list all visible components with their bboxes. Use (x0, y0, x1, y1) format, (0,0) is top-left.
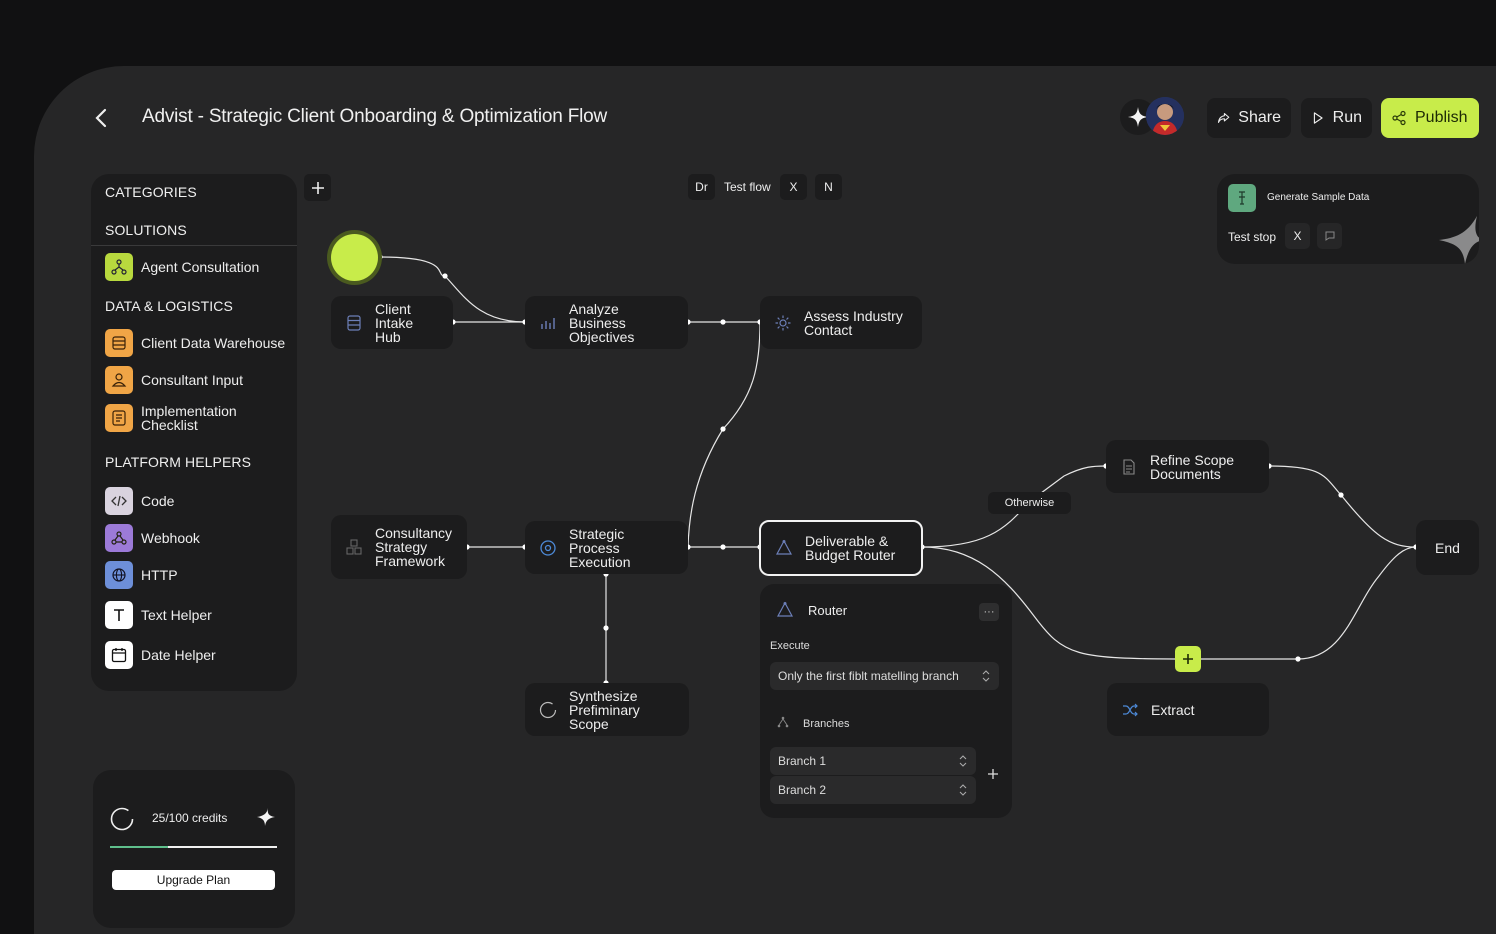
bar-chart-icon (539, 314, 557, 332)
node-label: End (1435, 539, 1460, 556)
node-label: Strategic Process Execution (569, 525, 631, 570)
add-branch-icon[interactable] (987, 768, 999, 780)
node-label: Assess Industry Contact (804, 307, 903, 338)
dr-button[interactable]: Dr (688, 174, 715, 200)
branch-1-label: Branch 1 (778, 754, 827, 768)
connector (687, 321, 761, 548)
sparkle-watermark-icon (1439, 216, 1479, 264)
branch-1-select[interactable]: Branch 1 (770, 747, 976, 775)
generate-sample-data-label[interactable]: Generate Sample Data (1267, 192, 1369, 203)
execute-select[interactable]: Only the first fiblt matelling branch (770, 662, 999, 690)
branches-icon (777, 716, 789, 728)
plus-icon (1183, 654, 1193, 664)
otherwise-branch-label[interactable]: Otherwise (988, 492, 1071, 514)
plus-icon (311, 181, 324, 194)
gear-icon (774, 314, 792, 332)
node-label: Synthesize Prefiminary Scope (569, 687, 640, 732)
router-icon (776, 601, 794, 617)
start-node[interactable] (331, 234, 378, 281)
execute-select-value: Only the first fiblt matelling branch (778, 669, 959, 683)
router-panel: Router ··· Execute Only the first fiblt … (760, 584, 1012, 818)
test-panel: Generate Sample Data Test stop X (1217, 174, 1479, 264)
node-label: Deliverable & Budget Router (805, 533, 896, 563)
generate-data-icon (1228, 184, 1256, 212)
node-label: Refine Scope Documents (1150, 451, 1235, 482)
updown-chevron-icon (959, 784, 967, 796)
updown-chevron-icon (959, 755, 967, 767)
cog-icon (539, 539, 557, 557)
router-title: Router (808, 603, 848, 618)
document-icon (1120, 458, 1138, 476)
node-label: Consultancy Strategy Framework (375, 525, 453, 569)
node-end[interactable]: End (1416, 520, 1479, 575)
node-deliverable-budget-router[interactable]: Deliverable & Budget Router (759, 520, 923, 576)
test-flow-label[interactable]: Test flow (724, 180, 771, 194)
node-strategic-process-execution[interactable]: Strategic Process Execution (525, 521, 688, 574)
close-test-button[interactable]: X (780, 174, 807, 200)
router-icon (775, 539, 793, 557)
database-icon (345, 314, 363, 332)
app-window: Advist - Strategic Client Onboarding & O… (34, 66, 1496, 934)
more-options-button[interactable]: ··· (979, 603, 999, 621)
comment-icon (1325, 231, 1334, 241)
close-test-stop-button[interactable]: X (1285, 223, 1310, 249)
test-stop-label[interactable]: Test stop (1228, 230, 1276, 244)
add-node-button[interactable] (304, 174, 331, 201)
add-branch-node-button[interactable] (1175, 646, 1201, 672)
node-label: Analyze Business Objectives (569, 300, 635, 345)
loading-circle-icon (539, 701, 557, 719)
node-assess-industry-contact[interactable]: Assess Industry Contact (760, 296, 922, 349)
node-client-intake-hub[interactable]: Client Intake Hub (331, 296, 453, 349)
node-analyze-business-objectives[interactable]: Analyze Business Objectives (525, 296, 688, 349)
execute-label: Execute (770, 640, 810, 652)
branch-2-select[interactable]: Branch 2 (770, 776, 976, 804)
blocks-icon (345, 538, 363, 556)
comment-button[interactable] (1317, 223, 1342, 249)
connector (1268, 465, 1417, 548)
branches-label: Branches (803, 718, 850, 730)
node-extract[interactable]: Extract (1107, 683, 1269, 736)
node-consultancy-strategy-framework[interactable]: Consultancy Strategy Framework (331, 515, 467, 579)
n-button[interactable]: N (815, 174, 842, 200)
branch-2-label: Branch 2 (778, 783, 827, 797)
node-label: Client Intake Hub (375, 300, 414, 345)
node-synthesize-preliminary-scope[interactable]: Synthesize Prefiminary Scope (525, 683, 689, 736)
node-label: Extract (1151, 701, 1195, 718)
updown-chevron-icon (982, 670, 990, 682)
node-refine-scope-documents[interactable]: Refine Scope Documents (1106, 440, 1269, 493)
shuffle-icon (1121, 701, 1139, 719)
